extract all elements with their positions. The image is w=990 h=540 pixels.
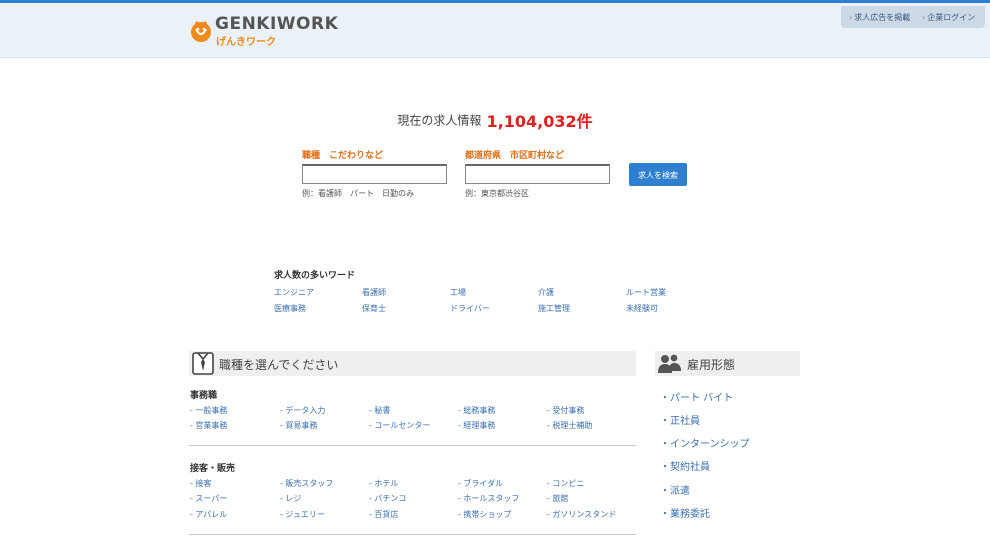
employment-section-header: 雇用形態 bbox=[655, 351, 800, 376]
employment-link[interactable]: ・インターンシップ bbox=[660, 435, 750, 450]
employment-link[interactable]: ・正社員 bbox=[660, 412, 700, 427]
site-logo[interactable]: GENKIWORK げんきワーク bbox=[188, 13, 338, 49]
job-link[interactable]: - ブライダル bbox=[458, 478, 503, 489]
search-button[interactable]: 求人を検索 bbox=[629, 163, 687, 186]
job-count: 現在の求人情報 1,104,032件 bbox=[0, 108, 990, 132]
popular-word-link[interactable]: 医療事務 bbox=[274, 303, 306, 314]
employment-link[interactable]: ・派遣 bbox=[660, 482, 690, 497]
employment-link[interactable]: ・パート バイト bbox=[660, 389, 733, 404]
popular-word-link[interactable]: 未経験可 bbox=[626, 303, 658, 314]
job-type-section-header: 職種を選んでください bbox=[189, 351, 636, 376]
job-count-label: 現在の求人情報 bbox=[397, 113, 482, 128]
category-divider bbox=[189, 534, 636, 535]
popular-word-link[interactable]: 保育士 bbox=[362, 303, 386, 314]
job-link[interactable]: - コールセンター bbox=[369, 420, 430, 431]
popular-word-link[interactable]: 看護師 bbox=[362, 287, 386, 298]
job-link[interactable]: - 百貨店 bbox=[369, 509, 398, 520]
job-link[interactable]: - アパレル bbox=[190, 509, 227, 520]
chevron-right-icon: › bbox=[922, 13, 926, 22]
job-link[interactable]: - スーパー bbox=[190, 493, 227, 504]
job-link[interactable]: - ホールスタッフ bbox=[458, 493, 519, 504]
job-link[interactable]: - 貿易事務 bbox=[280, 420, 317, 431]
job-link[interactable]: - 携帯ショップ bbox=[458, 509, 511, 520]
keyword-label: 職種 こだわりなど bbox=[302, 151, 384, 161]
category-title-sales: 接客・販売 bbox=[190, 464, 236, 474]
job-link[interactable]: - ジュエリー bbox=[280, 509, 325, 520]
job-link[interactable]: - パチンコ bbox=[369, 493, 406, 504]
employment-link[interactable]: ・契約社員 bbox=[660, 458, 710, 473]
popular-word-link[interactable]: ルート営業 bbox=[626, 287, 666, 298]
job-link[interactable]: - データ入力 bbox=[280, 405, 325, 416]
job-link[interactable]: - 接客 bbox=[190, 478, 211, 489]
top-nav: › 求人広告を掲載 › 企業ログイン bbox=[841, 6, 985, 28]
job-link[interactable]: - レジ bbox=[280, 493, 301, 504]
job-link[interactable]: - 受付事務 bbox=[547, 405, 584, 416]
brand-name-en: GENKIWORK bbox=[215, 14, 339, 34]
job-link[interactable]: - 営業事務 bbox=[190, 420, 227, 431]
company-login-label: 企業ログイン bbox=[927, 13, 976, 22]
category-title-office: 事務職 bbox=[190, 391, 218, 401]
necktie-person-icon bbox=[192, 352, 214, 375]
job-link[interactable]: - 総務事務 bbox=[458, 405, 495, 416]
keyword-hint: 例：看護師 パート 日勤のみ bbox=[302, 189, 414, 198]
location-input[interactable] bbox=[465, 164, 610, 184]
category-divider bbox=[189, 445, 636, 446]
site-header: GENKIWORK げんきワーク › 求人広告を掲載 › 企業ログイン bbox=[0, 3, 990, 58]
job-count-value: 1,104,032件 bbox=[486, 112, 593, 131]
location-label: 都道府県 市区町村など bbox=[465, 151, 565, 161]
keyword-input[interactable] bbox=[302, 164, 447, 184]
popular-word-link[interactable]: 介護 bbox=[538, 287, 554, 298]
brand-name-jp: げんきワーク bbox=[216, 37, 276, 48]
popular-word-link[interactable]: ドライバー bbox=[450, 303, 490, 314]
chevron-right-icon: › bbox=[849, 13, 853, 22]
job-link[interactable]: - ホテル bbox=[369, 478, 398, 489]
job-link[interactable]: - コンビニ bbox=[547, 478, 584, 489]
employment-section-title: 雇用形態 bbox=[687, 358, 736, 372]
job-type-section-title: 職種を選んでください bbox=[219, 358, 339, 372]
post-job-ad-link[interactable]: › 求人広告を掲載 bbox=[849, 12, 910, 23]
employment-link[interactable]: ・業務委託 bbox=[660, 505, 710, 520]
post-job-ad-label: 求人広告を掲載 bbox=[854, 13, 911, 22]
popular-word-link[interactable]: 施工管理 bbox=[538, 303, 570, 314]
location-hint: 例：東京都渋谷区 bbox=[465, 189, 529, 198]
people-icon bbox=[658, 354, 681, 373]
popular-words-title: 求人数の多いワード bbox=[274, 271, 356, 281]
job-link[interactable]: - 税理士補助 bbox=[547, 420, 592, 431]
company-login-link[interactable]: › 企業ログイン bbox=[922, 12, 975, 23]
job-link[interactable]: - 旅館 bbox=[547, 493, 568, 504]
job-link[interactable]: - ガソリンスタンド bbox=[547, 509, 616, 520]
popular-word-link[interactable]: 工場 bbox=[450, 287, 466, 298]
popular-word-link[interactable]: エンジニア bbox=[274, 287, 314, 298]
job-link[interactable]: - 経理事務 bbox=[458, 420, 495, 431]
genki-logo-icon bbox=[191, 20, 211, 42]
job-link[interactable]: - 秘書 bbox=[369, 405, 390, 416]
job-link[interactable]: - 販売スタッフ bbox=[280, 478, 333, 489]
job-link[interactable]: - 一般事務 bbox=[190, 405, 227, 416]
